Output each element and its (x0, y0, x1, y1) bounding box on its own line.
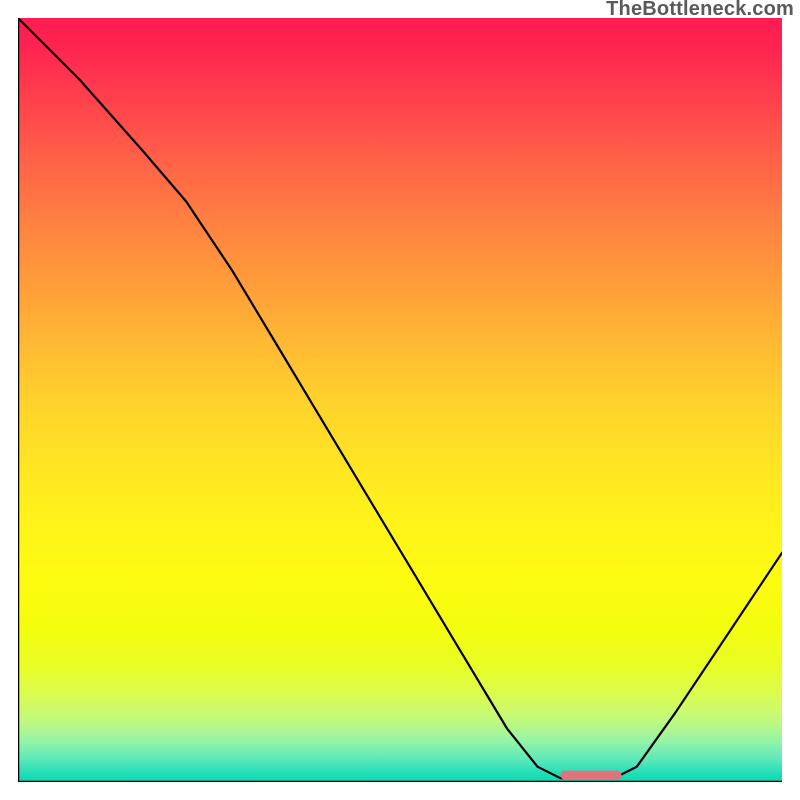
chart-container: TheBottleneck.com (0, 0, 800, 800)
chart-svg (18, 18, 782, 782)
bottleneck-curve (18, 18, 782, 778)
optimal-marker (560, 771, 621, 780)
plot-area (18, 18, 782, 782)
watermark-text: TheBottleneck.com (606, 0, 794, 21)
